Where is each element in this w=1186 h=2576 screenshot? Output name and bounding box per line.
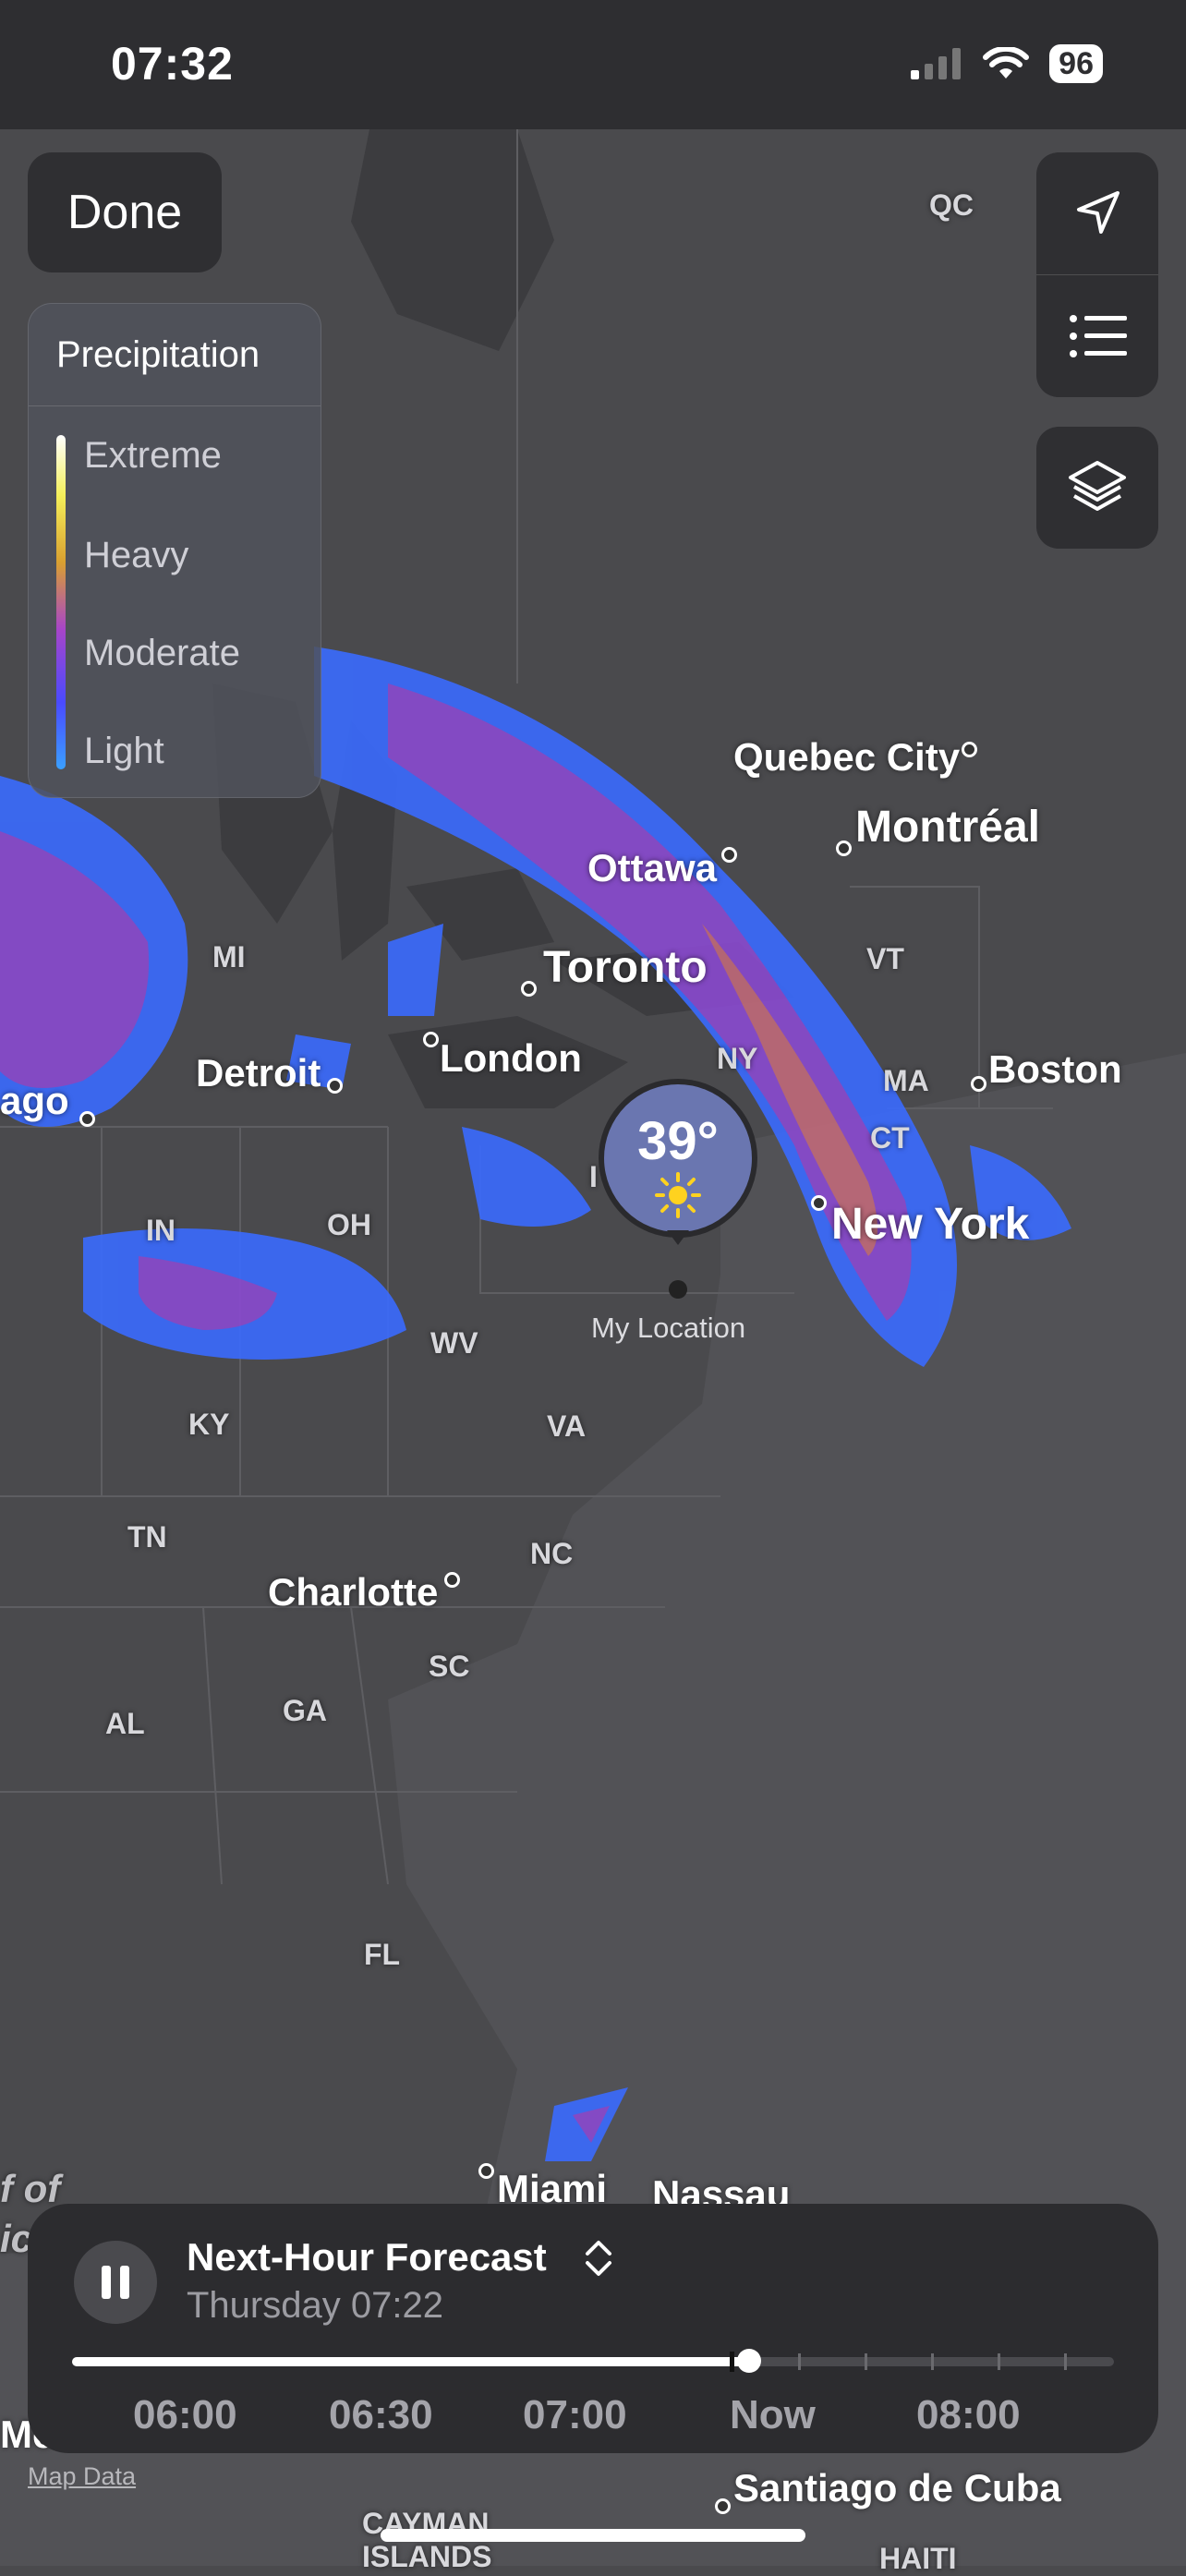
my-location-label: My Location xyxy=(591,1312,746,1344)
state-label-ma: MA xyxy=(883,1064,929,1097)
forecast-title[interactable]: Next-Hour Forecast xyxy=(187,2235,547,2280)
legend-level-extreme: Extreme xyxy=(84,435,222,476)
state-label-wv: WV xyxy=(430,1326,478,1360)
map-data-link[interactable]: Map Data xyxy=(28,2462,136,2491)
current-location-button[interactable] xyxy=(1036,152,1158,274)
legend-gradient-bar xyxy=(56,435,66,769)
precipitation-legend: Precipitation Extreme Heavy Moderate Lig… xyxy=(28,303,321,798)
status-icons: 96 xyxy=(911,44,1103,83)
city-dot-santiago xyxy=(715,2498,731,2514)
legend-level-heavy: Heavy xyxy=(84,535,189,575)
layers-icon xyxy=(1069,461,1126,511)
city-dot-montreal xyxy=(836,841,852,856)
map-layers-button[interactable] xyxy=(1036,427,1158,549)
legend-level-light: Light xyxy=(84,731,164,771)
city-dot-charlotte xyxy=(444,1572,460,1588)
battery-indicator: 96 xyxy=(1049,44,1103,83)
forecast-subtitle: Thursday 07:22 xyxy=(187,2285,443,2326)
pause-button[interactable] xyxy=(74,2241,157,2324)
city-dot-miami xyxy=(478,2163,494,2179)
city-label-santiago[interactable]: Santiago de Cuba xyxy=(733,2466,1061,2510)
location-arrow-icon xyxy=(1077,191,1119,234)
city-label-new-york[interactable]: New York xyxy=(831,1199,1029,1250)
timeline-tick xyxy=(798,2353,801,2370)
time-label: 06:30 xyxy=(329,2392,433,2437)
state-label-ct: CT xyxy=(870,1121,910,1155)
state-label-mi: MI xyxy=(212,940,246,974)
state-label-qc: QC xyxy=(929,188,974,222)
legend-title: Precipitation xyxy=(29,304,321,406)
my-location-dot xyxy=(669,1280,687,1299)
time-label: 06:00 xyxy=(133,2392,237,2437)
timeline-progress xyxy=(72,2357,749,2366)
map-controls xyxy=(1036,152,1158,397)
done-button[interactable]: Done xyxy=(28,152,222,272)
state-label-oh: OH xyxy=(327,1208,371,1241)
state-label-pa: I xyxy=(589,1160,598,1193)
chevron-up-down-icon[interactable] xyxy=(584,2237,613,2280)
timeline-slider[interactable] xyxy=(72,2349,1114,2373)
time-label: 07:00 xyxy=(523,2392,627,2437)
city-label-montreal[interactable]: Montréal xyxy=(855,802,1040,853)
city-dot-new-york xyxy=(811,1195,827,1211)
status-bar: 07:32 96 xyxy=(0,0,1186,129)
state-label-ny: NY xyxy=(717,1042,758,1075)
city-dot-chicago xyxy=(79,1111,95,1127)
city-dot-quebec-city xyxy=(962,742,977,757)
city-label-boston[interactable]: Boston xyxy=(988,1047,1122,1092)
state-label-al: AL xyxy=(105,1707,145,1740)
cellular-signal-icon xyxy=(911,48,962,79)
state-label-va: VA xyxy=(547,1409,587,1443)
city-label-detroit[interactable]: Detroit xyxy=(196,1051,321,1095)
state-label-in: IN xyxy=(146,1214,175,1247)
state-label-sc: SC xyxy=(429,1650,470,1683)
wifi-icon xyxy=(983,47,1030,79)
timeline-tick xyxy=(1064,2353,1067,2370)
state-label-fl: FL xyxy=(364,1938,401,1971)
city-label-chicago[interactable]: ago xyxy=(0,1079,69,1123)
city-label-london[interactable]: London xyxy=(440,1036,582,1081)
city-dot-detroit xyxy=(327,1078,343,1094)
time-label-now: Now xyxy=(730,2392,816,2437)
home-indicator[interactable] xyxy=(381,2529,805,2542)
state-label-ky: KY xyxy=(188,1408,230,1441)
city-label-ottawa[interactable]: Ottawa xyxy=(587,846,717,890)
my-location-temperature-pin[interactable]: 39° xyxy=(599,1079,757,1238)
region-label-haiti: HAITI xyxy=(879,2542,957,2575)
pause-icon xyxy=(102,2266,129,2299)
sun-icon xyxy=(655,1172,701,1218)
city-label-toronto[interactable]: Toronto xyxy=(543,942,708,993)
status-time: 07:32 xyxy=(111,38,234,90)
timeline-tick xyxy=(931,2353,934,2370)
timeline-now-marker xyxy=(730,2352,734,2372)
timeline-tick xyxy=(865,2353,867,2370)
city-label-quebec-city[interactable]: Quebec City xyxy=(733,735,960,780)
state-label-nc: NC xyxy=(530,1537,574,1570)
city-dot-boston xyxy=(971,1076,986,1092)
city-label-charlotte[interactable]: Charlotte xyxy=(268,1570,438,1615)
list-icon xyxy=(1070,315,1127,357)
water-label-gulf-1: f of xyxy=(0,2167,61,2210)
temperature-pin-tail xyxy=(667,1230,689,1245)
time-label: 08:00 xyxy=(916,2392,1021,2437)
timeline-scrubber-handle[interactable] xyxy=(737,2349,761,2373)
legend-level-moderate: Moderate xyxy=(84,633,240,673)
state-label-tn: TN xyxy=(127,1520,167,1554)
city-dot-toronto xyxy=(521,981,537,997)
state-label-ga: GA xyxy=(283,1694,327,1727)
city-dot-london xyxy=(423,1032,439,1047)
next-hour-forecast-panel: Next-Hour Forecast Thursday 07:22 06:00 … xyxy=(28,2204,1158,2453)
locations-list-button[interactable] xyxy=(1036,275,1158,397)
temperature-value: 39° xyxy=(637,1111,719,1171)
state-label-vt: VT xyxy=(866,942,904,975)
region-label-islands: ISLANDS xyxy=(362,2540,492,2573)
city-dot-ottawa xyxy=(721,847,737,863)
timeline-tick xyxy=(998,2353,1000,2370)
